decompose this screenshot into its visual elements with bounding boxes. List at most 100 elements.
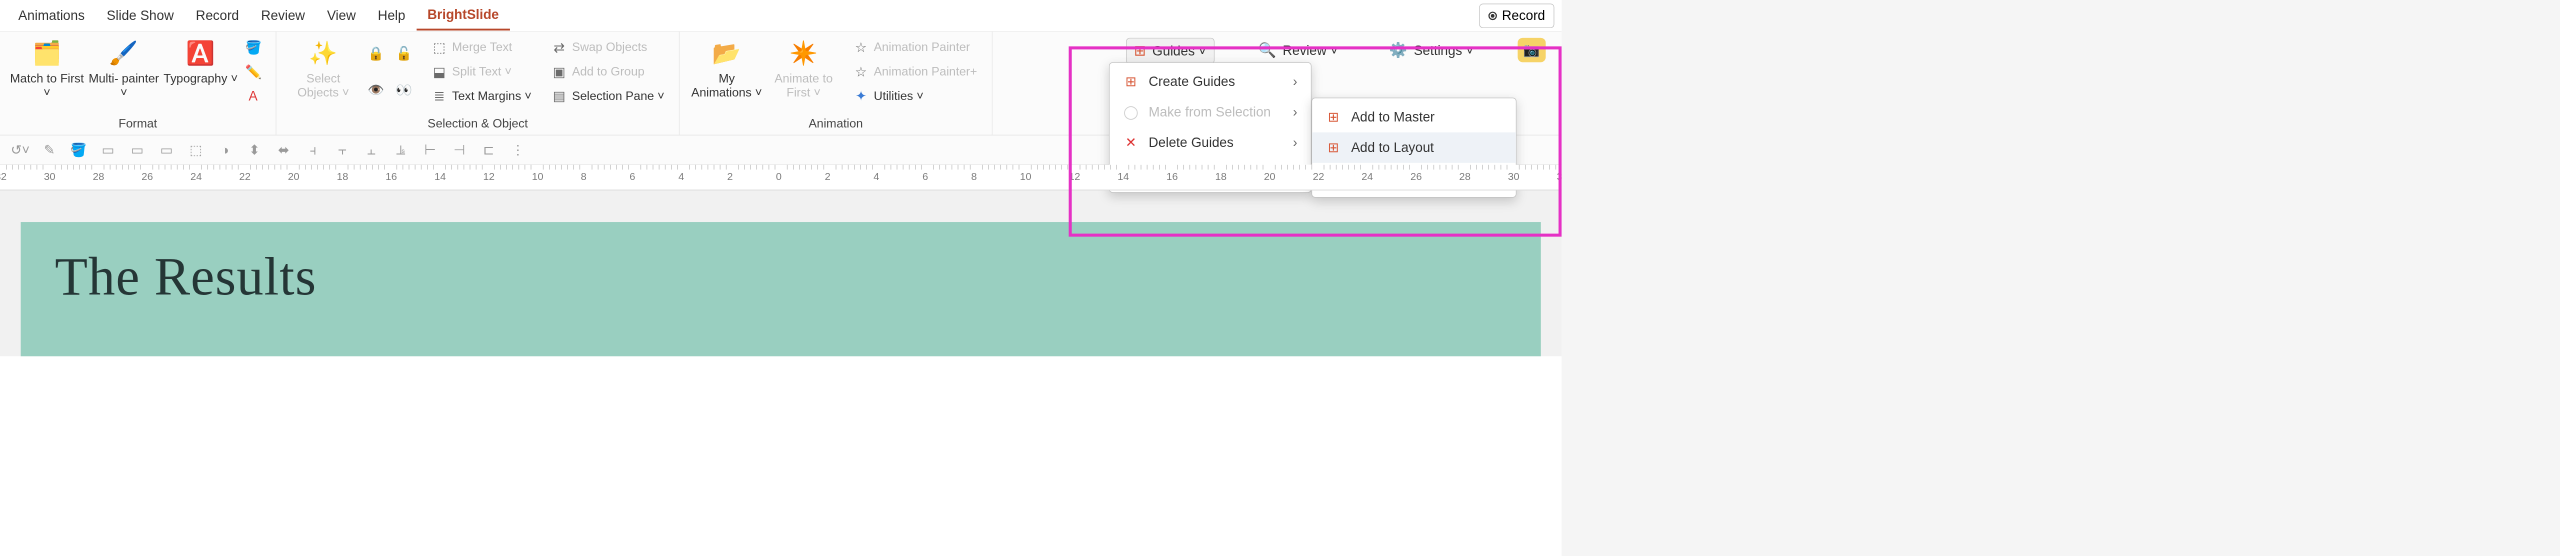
guides-button[interactable]: ⊞ Guides ˅	[1126, 38, 1214, 64]
qat-9[interactable]: ⬍	[245, 141, 263, 159]
my-animations-label: My Animations ˅	[690, 72, 764, 100]
camera-icon[interactable]: 📷	[1518, 38, 1546, 62]
unlock-icon: 🔓	[396, 46, 412, 62]
delete-icon: ✕	[1123, 135, 1139, 151]
ribbon: 🗂️ Match to First ˅ 🖌️ Multi- painter ˅ …	[0, 32, 1562, 136]
unlock-button: 🔓	[393, 45, 414, 63]
record-icon	[1488, 11, 1497, 20]
qat-16[interactable]: ⊣	[450, 141, 468, 159]
review-dropdown-button[interactable]: 🔍 Review ˅	[1251, 38, 1346, 63]
tab-slide-show[interactable]: Slide Show	[96, 2, 185, 30]
swap-icon: ⇄	[551, 40, 567, 56]
group-format: 🗂️ Match to First ˅ 🖌️ Multi- painter ˅ …	[0, 32, 276, 135]
ruler-label: 10	[1020, 171, 1032, 183]
delete-guides-item[interactable]: ✕ Delete Guides ›	[1110, 127, 1311, 158]
settings-button[interactable]: ⚙️ Settings ˅	[1382, 38, 1481, 63]
gear-icon: ⚙️	[1389, 41, 1407, 59]
utilities-button[interactable]: ✦Utilities ˅	[851, 87, 980, 105]
group-format-caption: Format	[119, 115, 158, 135]
ruler-label: 20	[288, 171, 300, 183]
tab-review[interactable]: Review	[250, 2, 316, 30]
review-icon: 🔍	[1258, 41, 1276, 59]
qat-5[interactable]: ▭	[128, 141, 146, 159]
text-margins-button[interactable]: ≣Text Margins ˅	[429, 87, 534, 105]
animate-to-first-button[interactable]: ✴️ Animate to First ˅	[765, 34, 842, 100]
add-to-master-item[interactable]: ⊞ Add to Master	[1312, 102, 1516, 133]
tab-view[interactable]: View	[316, 2, 367, 30]
layout-icon: ⊞	[1325, 140, 1341, 156]
qat-15[interactable]: ⊢	[421, 141, 439, 159]
master-icon: ⊞	[1325, 109, 1341, 125]
wand-icon: ✨	[309, 37, 338, 71]
guides-icon: ⊞	[1134, 42, 1146, 60]
qat-12[interactable]: ⫟	[333, 141, 351, 159]
format-tool-2[interactable]: ✏️	[243, 63, 264, 81]
ruler-label: 32	[1557, 171, 1562, 183]
swap-objects-button: ⇄Swap Objects	[549, 38, 667, 56]
ruler-label: 24	[190, 171, 202, 183]
typography-icon: 🅰️	[186, 37, 215, 71]
qat-4[interactable]: ▭	[99, 141, 117, 159]
tab-brightslide[interactable]: BrightSlide	[416, 1, 510, 31]
group-icon: ▣	[551, 64, 567, 80]
animation-painter-plus-button: ☆Animation Painter+	[851, 63, 980, 81]
ruler-label: 6	[922, 171, 928, 183]
qat-7[interactable]: ⬚	[187, 141, 205, 159]
selection-pane-button[interactable]: ▤Selection Pane ˅	[549, 87, 667, 105]
animation-painter-button: ☆Animation Painter	[851, 38, 980, 56]
ruler-label: 12	[1069, 171, 1081, 183]
qat-3[interactable]: 🪣	[70, 141, 88, 159]
ruler-label: 14	[1118, 171, 1130, 183]
lock-icon: 🔒	[368, 46, 384, 62]
format-tool-3[interactable]: A	[243, 87, 264, 105]
animate-to-first-label: Animate to First ˅	[766, 72, 840, 100]
create-guides-item[interactable]: ⊞ Create Guides ›	[1110, 66, 1311, 97]
guides-label: Guides ˅	[1152, 43, 1206, 59]
ruler-label: 10	[532, 171, 544, 183]
ruler-label: 26	[142, 171, 154, 183]
qat-14[interactable]: ⫡	[392, 141, 410, 159]
eye-button: 👁️	[365, 81, 386, 99]
pane-icon: ▤	[551, 88, 567, 104]
multi-painter-button[interactable]: 🖌️ Multi- painter ˅	[85, 34, 162, 100]
add-to-layout-item[interactable]: ⊞ Add to Layout	[1312, 132, 1516, 163]
my-animations-button[interactable]: 📂 My Animations ˅	[688, 34, 765, 100]
ruler-label: 24	[1362, 171, 1374, 183]
margins-icon: ≣	[431, 88, 447, 104]
chevron-right-icon: ›	[1293, 74, 1297, 90]
typography-button[interactable]: 🅰️ Typography ˅	[162, 34, 239, 86]
record-button[interactable]: Record	[1479, 3, 1554, 27]
ruler-label: 2	[727, 171, 733, 183]
ruler-label: 18	[1215, 171, 1227, 183]
tab-record[interactable]: Record	[185, 2, 250, 30]
qat-17[interactable]: ⊏	[479, 141, 497, 159]
format-tool-1[interactable]: 🪣	[243, 38, 264, 56]
font-color-icon: A	[245, 88, 261, 104]
ruler-label: 22	[239, 171, 251, 183]
tab-animations[interactable]: Animations	[7, 2, 95, 30]
qat-1[interactable]: ↺˅	[11, 141, 29, 159]
qat-more[interactable]: ⋮	[509, 141, 527, 159]
eye-icon: 👁️	[368, 82, 384, 98]
select-objects-button[interactable]: ✨ Select Objects ˅	[285, 34, 362, 100]
qat-10[interactable]: ⬌	[275, 141, 293, 159]
slide-title: The Results	[55, 246, 1507, 308]
ruler-label: 22	[1313, 171, 1325, 183]
ruler-label: 2	[825, 171, 831, 183]
multi-painter-label: Multi- painter ˅	[87, 72, 161, 100]
chevron-right-icon: ›	[1293, 135, 1297, 151]
qat-11[interactable]: ⫞	[304, 141, 322, 159]
eye-off-icon: 👀	[396, 82, 412, 98]
qat-13[interactable]: ⫠	[362, 141, 380, 159]
ruler-label: 18	[337, 171, 349, 183]
slide[interactable]: The Results	[21, 222, 1541, 356]
horizontal-ruler[interactable]: 3230282624222018161412108642024681012141…	[0, 165, 1562, 191]
tab-help[interactable]: Help	[367, 2, 417, 30]
edit-icon: ✏️	[245, 64, 261, 80]
eye-off-button: 👀	[393, 81, 414, 99]
qat-8[interactable]: ◑	[216, 141, 234, 159]
match-to-first-button[interactable]: 🗂️ Match to First ˅	[9, 34, 86, 100]
qat-2[interactable]: ✎	[40, 141, 58, 159]
add-to-group-button: ▣Add to Group	[549, 63, 667, 81]
qat-6[interactable]: ▭	[157, 141, 175, 159]
